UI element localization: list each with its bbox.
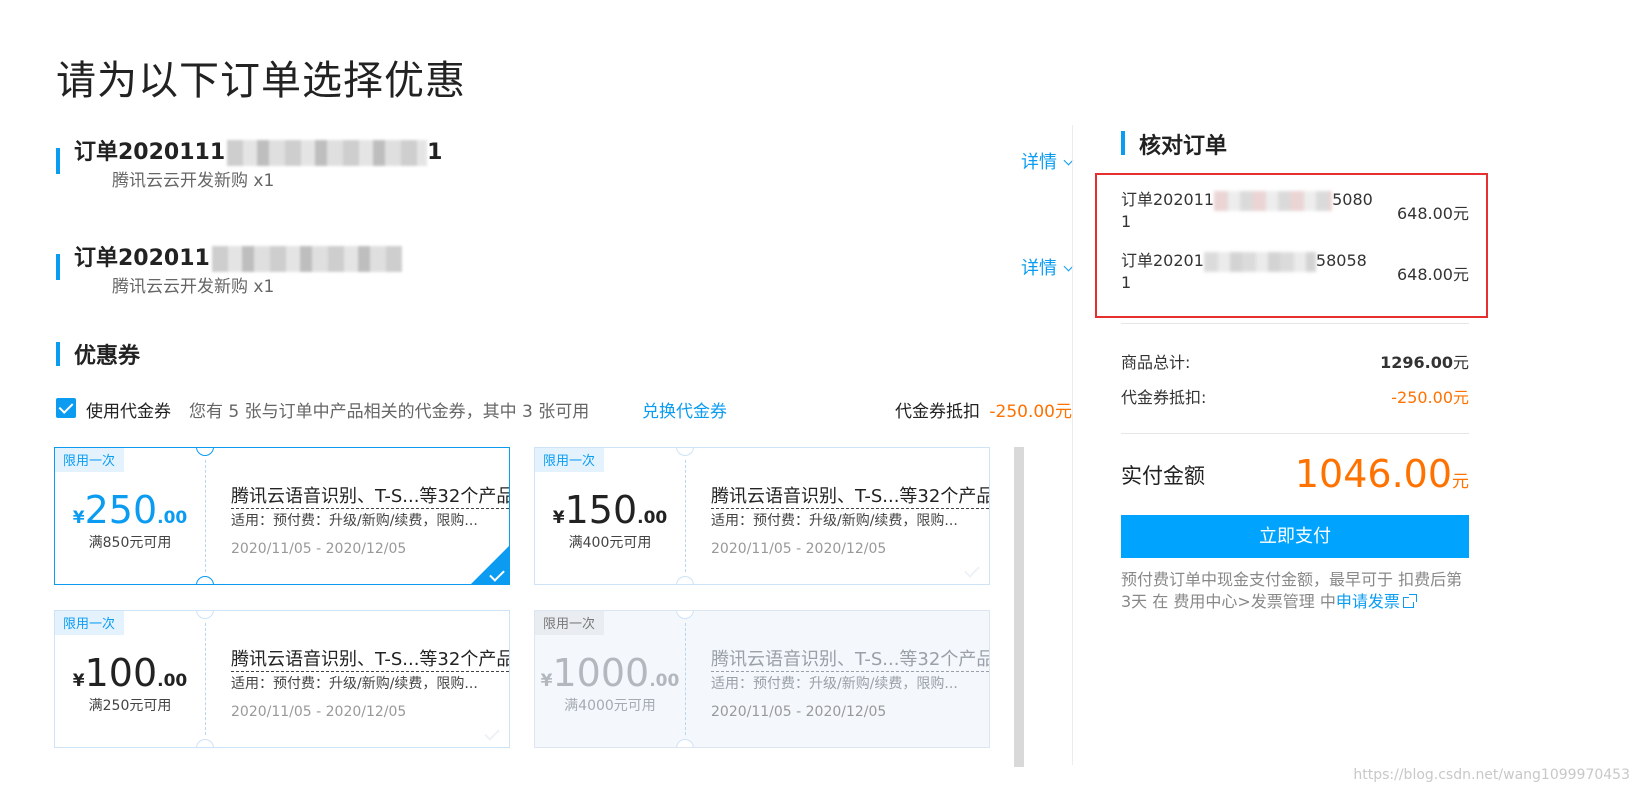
coupon-date: 2020/11/05 - 2020/12/05 — [231, 704, 407, 720]
coupon-deduct-row: 代金券抵扣: -250.00元 — [1121, 384, 1469, 408]
coupon-tag: 限用一次 — [55, 448, 125, 472]
pay-amount-value: 1046.00元 — [1294, 452, 1469, 496]
coupon-condition: 满250元可用 — [88, 698, 172, 714]
coupon-notch — [676, 448, 694, 456]
summary-order-price: 648.00元 — [1397, 204, 1469, 223]
order-item: 订单202011 腾讯云云开发新购 x1 详情 — [56, 236, 1074, 346]
summary-order-item: 订单202011 5080 1 648.00元 — [1121, 186, 1469, 234]
check-icon — [964, 562, 980, 578]
redacted-mask — [227, 140, 428, 166]
coupon-notch — [676, 576, 694, 584]
coupon-scope: 适用：预付费：升级/新购/续费，限购... — [711, 513, 958, 529]
accent-bar — [56, 148, 60, 174]
coupon-title[interactable]: 腾讯云语音识别、T-S...等32个产品 — [711, 482, 989, 509]
order-item: 订单2020111 1 腾讯云云开发新购 x1 详情 — [56, 130, 1074, 240]
invoice-note: 预付费订单中现金支付金额，最早可于 扣费后第3天 在 费用中心>发票管理 中申请… — [1121, 569, 1471, 613]
order-number: 订单202011 — [74, 240, 402, 272]
page-title: 请为以下订单选择优惠 — [56, 58, 466, 104]
redacted-mask — [1203, 251, 1316, 272]
summary-order-number-line2: 1 — [1121, 273, 1132, 292]
coupon-card[interactable]: 限用一次 ¥100.00 满250元可用 腾讯云语音识别、T-S...等32个产… — [54, 610, 510, 748]
pay-amount-label: 实付金额 — [1121, 464, 1205, 488]
summary-order-price: 648.00元 — [1397, 265, 1469, 284]
coupon-divider — [685, 623, 686, 735]
external-link-icon[interactable] — [1402, 594, 1417, 608]
coupon-notch — [676, 739, 694, 747]
coupon-scope: 适用：预付费：升级/新购/续费，限购... — [711, 676, 958, 692]
watermark: https://blog.csdn.net/wang1099970453 — [1353, 767, 1630, 783]
order-detail-toggle[interactable]: 详情 — [1021, 254, 1074, 280]
column-divider — [1072, 125, 1073, 765]
voucher-count-info: 您有 5 张与订单中产品相关的代金券，其中 3 张可用 — [189, 402, 590, 422]
coupon-list-scrollbar[interactable] — [1014, 447, 1024, 767]
coupon-divider — [205, 460, 206, 572]
coupon-card: 限用一次 ¥1000.00 满4000元可用 腾讯云语音识别、T-S...等32… — [534, 610, 990, 748]
total-label: 商品总计: — [1121, 353, 1191, 372]
summary-order-number: 订单20201 58058 — [1121, 251, 1367, 272]
coupon-amount: ¥100.00 — [72, 651, 188, 695]
coupon-notch — [196, 448, 214, 456]
coupon-tag: 限用一次 — [535, 611, 605, 635]
order-number: 订单2020111 1 — [74, 140, 443, 166]
use-voucher-checkbox[interactable] — [56, 398, 76, 418]
coupon-tag: 限用一次 — [55, 611, 125, 635]
coupon-amount: ¥150.00 — [552, 488, 668, 532]
coupon-condition: 满4000元可用 — [564, 698, 656, 714]
accent-bar — [1121, 131, 1125, 155]
coupon-title: 腾讯云语音识别、T-S...等32个产品 — [711, 645, 989, 672]
coupon-condition: 满400元可用 — [568, 535, 652, 551]
order-product: 腾讯云云开发新购 x1 — [112, 277, 275, 297]
section-title: 优惠券 — [74, 344, 141, 369]
order-product: 腾讯云云开发新购 x1 — [112, 171, 275, 191]
coupon-notch — [196, 576, 214, 584]
coupon-amount: ¥250.00 — [72, 488, 188, 532]
order-list: 订单2020111 1 腾讯云云开发新购 x1 详情 订单202011 腾讯云云开… — [56, 130, 1074, 346]
redacted-mask — [211, 246, 402, 272]
coupon-condition: 满850元可用 — [88, 535, 172, 551]
summary-order-number-line2: 1 — [1121, 212, 1132, 231]
coupon-deduct-value: -250.00元 — [1391, 388, 1469, 407]
coupon-notch — [196, 611, 214, 619]
coupon-divider — [205, 623, 206, 735]
total-value: 1296.00元 — [1380, 353, 1469, 372]
coupon-divider — [685, 460, 686, 572]
coupon-date: 2020/11/05 - 2020/12/05 — [711, 704, 887, 720]
coupon-deduct-label: 代金券抵扣: — [1121, 388, 1207, 407]
coupon-title[interactable]: 腾讯云语音识别、T-S...等32个产品 — [231, 482, 509, 509]
coupon-scope: 适用：预付费：升级/新购/续费，限购... — [231, 676, 478, 692]
deduct-value: -250.00元 — [989, 402, 1072, 422]
exchange-voucher-link[interactable]: 兑换代金券 — [642, 397, 727, 422]
divider — [1121, 433, 1469, 434]
deduct-label: 代金券抵扣 — [895, 402, 980, 422]
order-detail-toggle[interactable]: 详情 — [1021, 148, 1074, 174]
coupon-scope: 适用：预付费：升级/新购/续费，限购... — [231, 513, 478, 529]
summary-order-number: 订单202011 5080 — [1121, 190, 1373, 211]
accent-bar — [56, 342, 60, 366]
coupon-amount: ¥1000.00 — [540, 651, 680, 695]
use-voucher-row: 使用代金券 您有 5 张与订单中产品相关的代金券，其中 3 张可用 兑换代金券 … — [56, 396, 1072, 422]
accent-bar — [56, 254, 60, 280]
coupon-title[interactable]: 腾讯云语音识别、T-S...等32个产品 — [231, 645, 509, 672]
coupon-notch — [196, 739, 214, 747]
coupon-date: 2020/11/05 - 2020/12/05 — [711, 541, 887, 557]
summary-title: 核对订单 — [1139, 134, 1228, 159]
coupon-card[interactable]: 限用一次 ¥250.00 满850元可用 腾讯云语音识别、T-S...等32个产… — [54, 447, 510, 585]
use-voucher-label[interactable]: 使用代金券 — [86, 397, 171, 422]
coupon-notch — [676, 611, 694, 619]
coupon-tag: 限用一次 — [535, 448, 605, 472]
apply-invoice-link[interactable]: 申请发票 — [1336, 592, 1400, 611]
summary-order-item: 订单20201 58058 1 648.00元 — [1121, 247, 1469, 295]
pay-now-button[interactable]: 立即支付 — [1121, 515, 1469, 558]
selected-corner — [471, 546, 509, 584]
coupon-date: 2020/11/05 - 2020/12/05 — [231, 541, 407, 557]
coupon-card[interactable]: 限用一次 ¥150.00 满400元可用 腾讯云语音识别、T-S...等32个产… — [534, 447, 990, 585]
total-row: 商品总计: 1296.00元 — [1121, 349, 1469, 373]
redacted-mask — [1214, 190, 1333, 211]
check-icon — [484, 725, 500, 741]
divider — [1121, 323, 1469, 324]
